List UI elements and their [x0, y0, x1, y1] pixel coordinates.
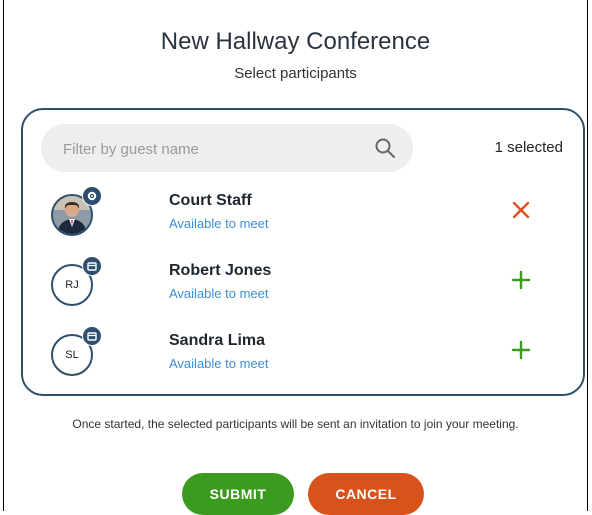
selected-count: 1 selected [494, 139, 563, 156]
add-participant-button[interactable] [509, 268, 533, 292]
submit-button[interactable]: SUBMIT [182, 473, 294, 515]
avatar-initials: SL [65, 349, 79, 361]
dialog-title: New Hallway Conference [160, 28, 431, 55]
participant-row: SL Sandra Lima Available to meet [23, 326, 583, 396]
invitation-note: Once started, the selected participants … [72, 417, 519, 431]
plus-icon [511, 270, 531, 290]
calendar-icon [82, 256, 102, 276]
calendar-icon [82, 326, 102, 346]
search-icon[interactable] [374, 137, 396, 159]
participant-status: Available to meet [169, 356, 269, 371]
filter-box [41, 124, 413, 174]
dialog-subtitle: Select participants [234, 65, 357, 82]
avatar-initials: RJ [65, 279, 79, 291]
participant-status: Available to meet [169, 216, 269, 231]
participant-name: Sandra Lima [169, 332, 266, 349]
filter-input[interactable] [61, 124, 355, 174]
participant-name: Robert Jones [169, 262, 272, 279]
participants-panel: 1 selected Court Sta [21, 108, 585, 396]
participant-row: Court Staff Available to meet [23, 186, 583, 256]
close-icon [512, 201, 530, 219]
gear-icon [82, 186, 102, 206]
add-participant-button[interactable] [509, 338, 533, 362]
conference-dialog: New Hallway Conference Select participan… [3, 0, 588, 515]
participant-status: Available to meet [169, 286, 269, 301]
participant-name: Court Staff [169, 192, 252, 209]
cancel-button[interactable]: CANCEL [308, 473, 424, 515]
participant-row: RJ Robert Jones Available to meet [23, 256, 583, 326]
remove-participant-button[interactable] [509, 198, 533, 222]
plus-icon [511, 340, 531, 360]
